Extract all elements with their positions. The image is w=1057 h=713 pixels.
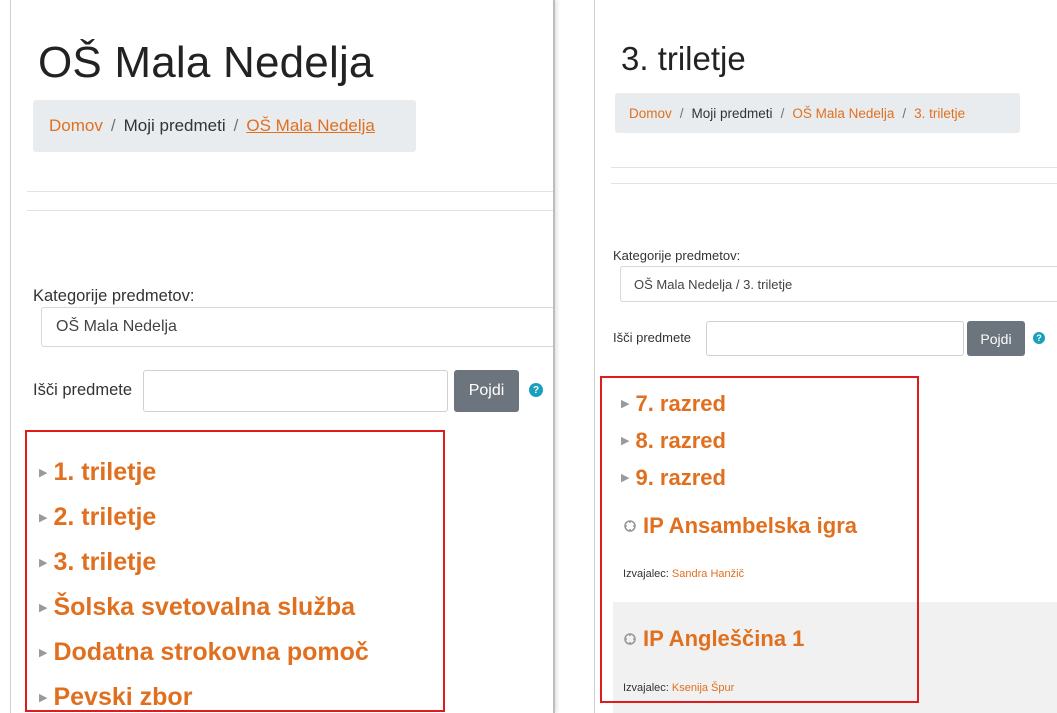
breadcrumb-home[interactable]: Domov [49, 116, 103, 136]
category-item[interactable]: ▶ 9. razred [621, 459, 726, 496]
divider [27, 210, 553, 211]
search-input[interactable] [143, 370, 448, 412]
teacher-label: Izvajalec: [623, 682, 669, 694]
expand-icon: ▶ [621, 435, 630, 447]
breadcrumb-separator: / [780, 105, 785, 121]
left-panel: OŠ Mala Nedelja Domov / Moji predmeti / … [10, 0, 555, 713]
category-item[interactable]: ▶ Pevski zbor [39, 675, 369, 713]
category-list: ▶ 7. razred ▶ 8. razred ▶ 9. razred [621, 385, 726, 496]
teacher-link[interactable]: Sandra Hanžič [672, 568, 744, 580]
teacher-link[interactable]: Ksenija Špur [672, 682, 734, 694]
expand-icon: ▶ [621, 398, 630, 410]
category-link[interactable]: Dodatna strokovna pomoč [53, 638, 368, 667]
category-link[interactable]: Šolska svetovalna služba [53, 593, 355, 622]
breadcrumb-separator: / [679, 105, 684, 121]
course-item: IP Angleščina 1 Izvajalec: Ksenija Špur [613, 602, 1057, 713]
category-link[interactable]: 8. razred [635, 428, 726, 454]
page-title: 3. triletje [621, 40, 746, 77]
course-title[interactable]: IP Angleščina 1 [643, 626, 804, 652]
category-item[interactable]: ▶ 8. razred [621, 422, 726, 459]
course-link[interactable]: IP Angleščina 1 [623, 626, 804, 652]
breadcrumb-my-courses[interactable]: Moji predmeti [124, 116, 226, 136]
page-title: OŠ Mala Nedelja [38, 38, 374, 87]
expand-icon: ▶ [39, 647, 48, 659]
category-item[interactable]: ▶ 2. triletje [39, 495, 369, 540]
category-label: Kategorije predmetov: [33, 287, 195, 305]
category-select[interactable]: OŠ Mala Nedelja [41, 307, 553, 347]
course-icon [624, 633, 636, 645]
search-button[interactable]: Pojdi [967, 321, 1025, 356]
breadcrumb-school[interactable]: OŠ Mala Nedelja [792, 106, 894, 121]
breadcrumb: Domov / Moji predmeti / OŠ Mala Nedelja … [615, 93, 1020, 133]
breadcrumb-triennium[interactable]: 3. triletje [914, 106, 965, 121]
breadcrumb-home[interactable]: Domov [629, 106, 672, 121]
divider [611, 183, 1057, 184]
category-link[interactable]: 1. triletje [53, 458, 156, 487]
breadcrumb-separator: / [110, 116, 116, 135]
teacher-label: Izvajalec: [623, 568, 669, 580]
expand-icon: ▶ [39, 467, 48, 479]
expand-icon: ▶ [39, 692, 48, 704]
category-item[interactable]: ▶ 3. triletje [39, 540, 369, 585]
search-button[interactable]: Pojdi [454, 370, 519, 412]
course-icon [624, 520, 636, 532]
category-item[interactable]: ▶ 7. razred [621, 385, 726, 422]
expand-icon: ▶ [621, 472, 630, 484]
category-select-value: OŠ Mala Nedelja [56, 318, 177, 335]
category-link[interactable]: 2. triletje [53, 503, 156, 532]
course-teacher: Izvajalec: Sandra Hanžič [623, 568, 744, 580]
category-select[interactable]: OŠ Mala Nedelja / 3. triletje [620, 266, 1057, 302]
search-label: Išči predmete [33, 381, 133, 399]
breadcrumb-separator: / [233, 116, 239, 135]
divider [27, 191, 553, 192]
right-panel: 3. triletje Domov / Moji predmeti / OŠ M… [594, 0, 1057, 713]
expand-icon: ▶ [39, 512, 48, 524]
category-link[interactable]: 7. razred [635, 391, 726, 417]
category-link[interactable]: 9. razred [635, 465, 726, 491]
category-list: ▶ 1. triletje ▶ 2. triletje ▶ 3. triletje ▶… [39, 450, 369, 713]
breadcrumb-separator: / [902, 105, 907, 121]
expand-icon: ▶ [39, 557, 48, 569]
search-input[interactable] [706, 321, 964, 356]
category-item[interactable]: ▶ 1. triletje [39, 450, 369, 495]
search-label: Išči predmete [613, 330, 692, 345]
expand-icon: ▶ [39, 602, 48, 614]
course-title[interactable]: IP Ansambelska igra [643, 513, 857, 539]
breadcrumb-school[interactable]: OŠ Mala Nedelja [246, 116, 375, 136]
category-select-value: OŠ Mala Nedelja / 3. triletje [634, 276, 793, 292]
breadcrumb: Domov / Moji predmeti / OŠ Mala Nedelja [33, 100, 416, 152]
category-link[interactable]: Pevski zbor [53, 683, 192, 712]
course-item: IP Ansambelska igra Izvajalec: Sandra Ha… [613, 500, 1057, 602]
breadcrumb-my-courses[interactable]: Moji predmeti [692, 106, 773, 121]
help-icon[interactable]: ? [1033, 332, 1045, 344]
course-teacher: Izvajalec: Ksenija Špur [623, 682, 734, 694]
category-item[interactable]: ▶ Šolska svetovalna služba [39, 585, 369, 630]
course-link[interactable]: IP Ansambelska igra [623, 513, 857, 539]
divider [611, 167, 1057, 168]
category-label: Kategorije predmetov: [613, 248, 741, 263]
category-item[interactable]: ▶ Dodatna strokovna pomoč [39, 630, 369, 675]
help-icon[interactable]: ? [529, 383, 543, 397]
category-link[interactable]: 3. triletje [53, 548, 156, 577]
